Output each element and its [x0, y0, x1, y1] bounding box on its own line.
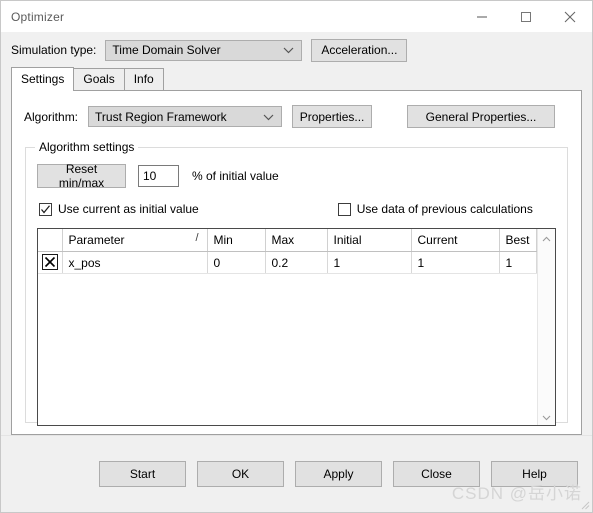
maximize-icon: [520, 11, 532, 23]
percent-of-initial-input[interactable]: [138, 165, 179, 187]
apply-button[interactable]: Apply: [295, 461, 382, 487]
start-button[interactable]: Start: [99, 461, 186, 487]
sort-indicator-icon: /: [195, 232, 199, 244]
close-icon: [563, 10, 577, 24]
parameter-table: Parameter / Min Max Initial Current Best: [37, 228, 556, 426]
simulation-type-label: Simulation type:: [11, 43, 97, 57]
checkbox-checked-icon: [39, 202, 52, 216]
scrollbar-track[interactable]: [538, 246, 555, 408]
cell-initial: 1: [327, 251, 412, 274]
algorithm-label: Algorithm:: [24, 109, 79, 124]
use-previous-calculations-label: Use data of previous calculations: [356, 202, 533, 216]
simulation-type-row: Simulation type: Time Domain Solver Acce…: [1, 33, 592, 67]
cell-max[interactable]: 0.2: [265, 251, 328, 274]
algorithm-settings-body: Reset min/max % of initial value Use cur…: [26, 148, 567, 426]
column-header-current[interactable]: Current: [411, 229, 500, 252]
tab-settings[interactable]: Settings: [11, 67, 75, 91]
cell-min[interactable]: 0: [207, 251, 266, 274]
dialog-button-bar: Start OK Apply Close Help CSDN @岳小诺: [1, 435, 592, 512]
column-header-min[interactable]: Min: [207, 229, 266, 252]
titlebar: Optimizer: [1, 1, 592, 33]
algorithm-row: Algorithm: Trust Region Framework Proper…: [12, 91, 581, 128]
maximize-button[interactable]: [504, 1, 548, 32]
use-current-as-initial-label: Use current as initial value: [58, 202, 199, 216]
help-button[interactable]: Help: [491, 461, 578, 487]
properties-button[interactable]: Properties...: [292, 105, 373, 128]
column-header-best[interactable]: Best: [499, 229, 537, 252]
scroll-down-button[interactable]: [538, 408, 555, 425]
parameter-table-main: Parameter / Min Max Initial Current Best: [38, 229, 537, 425]
checkbox-unchecked-icon: [337, 202, 351, 216]
column-header-max[interactable]: Max: [265, 229, 328, 252]
window-controls: [460, 1, 592, 32]
x-mark-icon: [41, 254, 58, 270]
cell-best: 1: [499, 251, 537, 274]
minimize-button[interactable]: [460, 1, 504, 32]
tab-goals[interactable]: Goals: [73, 68, 125, 90]
tab-info[interactable]: Info: [123, 68, 164, 90]
settings-tab-panel: Algorithm: Trust Region Framework Proper…: [11, 90, 582, 435]
algorithm-combobox[interactable]: Trust Region Framework: [88, 106, 283, 127]
window-title: Optimizer: [11, 9, 65, 24]
cell-current: 1: [411, 251, 500, 274]
reset-row: Reset min/max % of initial value: [37, 162, 556, 190]
column-header-select[interactable]: [38, 229, 63, 252]
algorithm-settings-group: Algorithm settings Reset min/max % of in…: [25, 140, 568, 426]
use-current-as-initial-checkbox[interactable]: Use current as initial value: [39, 202, 199, 216]
table-row[interactable]: x_pos 0 0.2 1 1 1: [38, 251, 537, 274]
table-header-row: Parameter / Min Max Initial Current Best: [38, 229, 537, 252]
cell-parameter[interactable]: x_pos: [62, 251, 208, 274]
chevron-down-icon: [263, 110, 274, 124]
scroll-up-button[interactable]: [538, 229, 555, 246]
ok-button[interactable]: OK: [197, 461, 284, 487]
optimizer-dialog: Optimizer Simulation type: Time Domain S…: [0, 0, 593, 513]
chevron-up-icon: [542, 231, 551, 245]
simulation-type-combobox[interactable]: Time Domain Solver: [105, 39, 303, 61]
column-header-parameter-label: Parameter: [68, 233, 125, 247]
parameter-table-scrollbar[interactable]: [537, 229, 555, 425]
row-enabled-checkbox[interactable]: [38, 251, 63, 274]
resize-grip-icon: [578, 498, 590, 510]
chevron-down-icon: [283, 43, 294, 57]
algorithm-value: Trust Region Framework: [95, 109, 227, 124]
tab-strip: Settings Goals Info: [1, 67, 592, 91]
minimize-icon: [476, 11, 488, 23]
column-header-initial[interactable]: Initial: [327, 229, 412, 252]
close-button-footer[interactable]: Close: [393, 461, 480, 487]
checkbox-row: Use current as initial value Use data of…: [37, 202, 556, 216]
reset-minmax-button[interactable]: Reset min/max: [37, 162, 126, 190]
simulation-type-value: Time Domain Solver: [112, 43, 221, 57]
general-properties-button[interactable]: General Properties...: [407, 105, 556, 128]
use-previous-calculations-checkbox[interactable]: Use data of previous calculations: [337, 202, 533, 216]
acceleration-button[interactable]: Acceleration...: [311, 38, 408, 62]
parameter-grid: Parameter / Min Max Initial Current Best: [38, 229, 537, 274]
parameter-table-empty-area: [38, 274, 537, 425]
chevron-down-icon: [542, 410, 551, 424]
percent-of-initial-label: % of initial value: [192, 169, 279, 183]
close-button[interactable]: [548, 1, 592, 32]
column-header-parameter[interactable]: Parameter /: [62, 229, 208, 252]
algorithm-settings-title: Algorithm settings: [35, 140, 139, 154]
